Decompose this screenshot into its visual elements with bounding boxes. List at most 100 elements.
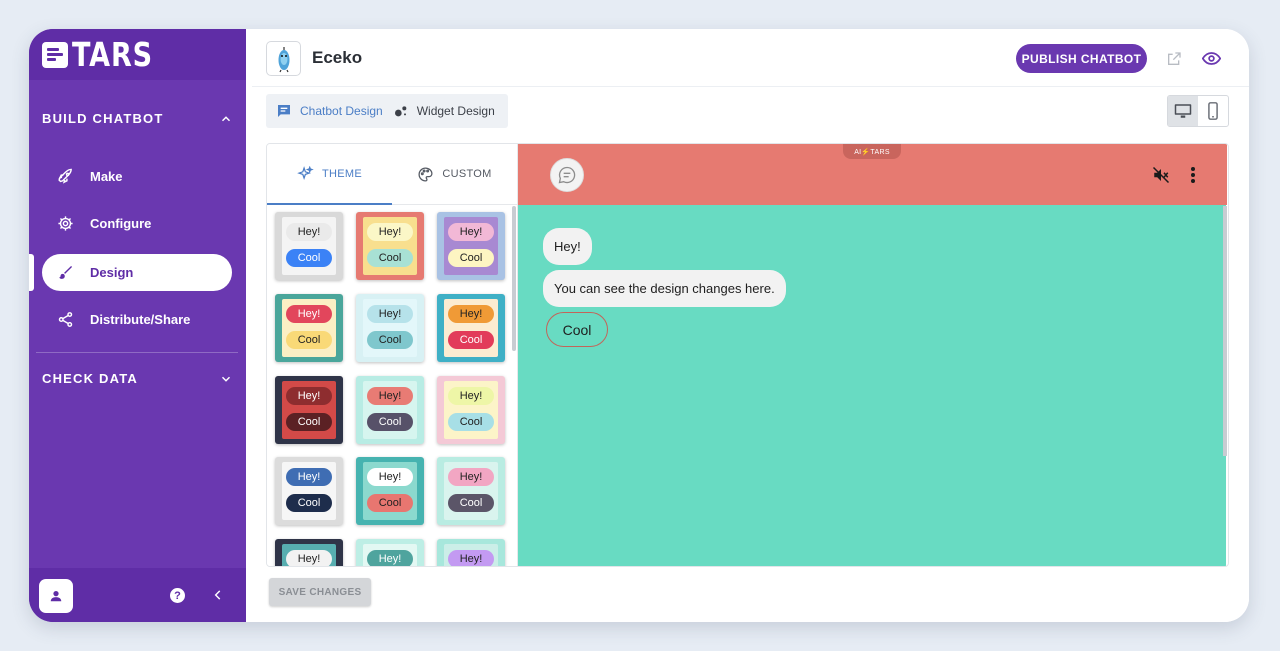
bot-avatar-icon: [278, 46, 289, 72]
quick-reply-button[interactable]: Cool: [546, 312, 608, 347]
theme-card-inner: Hey!Cool: [282, 544, 336, 566]
theme-card[interactable]: Hey! Cool: [356, 294, 424, 362]
more-vertical-icon[interactable]: [1190, 166, 1196, 184]
theme-card[interactable]: Hey! Cool: [437, 294, 505, 362]
eye-icon[interactable]: [1202, 50, 1221, 67]
theme-panel: THEME CUSTOM Hey! Cool Hey! Cool Hey! Cool Hey…: [267, 144, 517, 566]
sidebar: TARS BUILD CHATBOT Make Configure Design: [29, 29, 246, 622]
theme-hey-pill: Hey!: [286, 387, 332, 405]
user-profile-button[interactable]: [39, 579, 73, 613]
device-toggle: [1167, 95, 1229, 127]
theme-card[interactable]: Hey! Cool: [437, 376, 505, 444]
chat-bubble: You can see the design changes here.: [543, 270, 786, 307]
theme-card-inner: Hey!Cool: [444, 217, 498, 275]
theme-hey-pill: Hey!: [286, 305, 332, 323]
tab-custom[interactable]: CUSTOM: [392, 144, 517, 204]
design-tabs: Chatbot Design Widget Design: [266, 94, 508, 128]
sidebar-item-design[interactable]: Design: [42, 254, 232, 291]
top-bar: Eceko PUBLISH CHATBOT: [252, 29, 1249, 87]
theme-card[interactable]: Hey!Cool: [275, 294, 343, 362]
theme-hey-pill: Hey!: [448, 550, 494, 566]
theme-card-inner: Hey!Cool: [282, 381, 336, 439]
theme-hey-pill: Hey!: [367, 305, 413, 323]
desktop-view-button[interactable]: [1168, 96, 1198, 126]
chevron-left-icon[interactable]: [211, 588, 225, 602]
brush-icon: [55, 263, 75, 283]
tab-custom-label: CUSTOM: [442, 168, 492, 180]
chat-bubble: Hey!: [543, 228, 592, 265]
theme-hey-pill: Hey!: [286, 550, 332, 566]
theme-cool-pill: Cool: [448, 494, 494, 512]
rocket-icon: [55, 167, 75, 187]
tab-theme-label: THEME: [322, 168, 362, 180]
theme-card[interactable]: Hey!Cool: [437, 212, 505, 280]
mute-icon[interactable]: [1152, 166, 1170, 184]
theme-card-inner: Hey! Cool: [444, 299, 498, 357]
theme-card[interactable]: Hey!Cool: [356, 457, 424, 525]
active-tab-indicator: [267, 203, 392, 205]
brand-name: TARS: [72, 35, 153, 74]
user-icon: [50, 591, 62, 602]
theme-hey-pill: Hey!: [286, 468, 332, 486]
brand-logo[interactable]: TARS: [29, 29, 246, 80]
sparkle-icon: [297, 165, 314, 180]
save-changes-button[interactable]: SAVE CHANGES: [269, 578, 371, 606]
theme-hey-pill: Hey!: [367, 550, 413, 566]
theme-card[interactable]: Hey!Cool: [437, 457, 505, 525]
theme-card-inner: Hey! Cool: [363, 299, 417, 357]
chat-preview-header: AI⚡TARS: [518, 144, 1227, 205]
sidebar-item-configure[interactable]: Configure: [42, 205, 232, 242]
theme-hey-pill: Hey!: [286, 223, 332, 241]
theme-cool-pill: Cool: [448, 249, 494, 267]
theme-card[interactable]: Hey!Cool: [275, 212, 343, 280]
theme-card-inner: Hey! Cool: [444, 381, 498, 439]
theme-card[interactable]: Hey!Cool: [437, 539, 505, 566]
theme-card-inner: Hey!Cool: [363, 217, 417, 275]
theme-cool-pill: Cool: [448, 413, 494, 431]
tab-label: Widget Design: [416, 104, 495, 118]
theme-card[interactable]: Hey!Cool: [356, 376, 424, 444]
sidebar-item-make[interactable]: Make: [42, 158, 232, 195]
theme-card-inner: Hey!Cool: [282, 217, 336, 275]
main-content: Eceko PUBLISH CHATBOT Chatbot Design Wid…: [252, 29, 1249, 622]
theme-hey-pill: Hey!: [367, 223, 413, 241]
tars-badge: AI⚡TARS: [843, 144, 901, 159]
chevron-up-icon: [221, 115, 231, 121]
theme-hey-pill: Hey!: [367, 387, 413, 405]
help-icon[interactable]: ?: [170, 588, 185, 603]
desktop-icon: [1174, 104, 1192, 118]
panel-scrollbar[interactable]: [512, 206, 516, 351]
theme-cool-pill: Cool: [286, 494, 332, 512]
theme-card[interactable]: Hey! Cool: [275, 457, 343, 525]
publish-chatbot-button[interactable]: PUBLISH CHATBOT: [1016, 44, 1147, 73]
mobile-view-button[interactable]: [1198, 96, 1228, 126]
theme-card[interactable]: Hey!Cool: [275, 376, 343, 444]
check-data-section[interactable]: CHECK DATA: [42, 371, 233, 386]
theme-hey-pill: Hey!: [448, 387, 494, 405]
theme-card-inner: Hey!Cool: [444, 544, 498, 566]
external-link-icon[interactable]: [1166, 51, 1182, 67]
theme-cool-pill: Cool: [367, 494, 413, 512]
sidebar-item-label: Distribute/Share: [90, 312, 191, 327]
theme-card[interactable]: Hey!Cool: [356, 212, 424, 280]
theme-cool-pill: Cool: [367, 331, 413, 349]
panel-tabs: THEME CUSTOM: [267, 144, 517, 205]
theme-card-inner: Hey!Cool: [363, 544, 417, 566]
active-indicator: [29, 254, 34, 291]
sidebar-item-label: Design: [90, 265, 134, 280]
mobile-icon: [1208, 102, 1218, 120]
bot-avatar[interactable]: [266, 41, 301, 76]
tab-theme[interactable]: THEME: [267, 144, 392, 204]
theme-hey-pill: Hey!: [448, 305, 494, 323]
theme-cool-pill: Cool: [448, 331, 494, 349]
app-window: TARS BUILD CHATBOT Make Configure Design: [29, 29, 1249, 622]
theme-card[interactable]: Hey!Cool: [356, 539, 424, 566]
theme-card[interactable]: Hey!Cool: [275, 539, 343, 566]
build-chatbot-section[interactable]: BUILD CHATBOT: [42, 111, 233, 126]
check-data-label: CHECK DATA: [42, 371, 139, 386]
sidebar-item-distribute[interactable]: Distribute/Share: [42, 301, 232, 338]
tab-widget-design[interactable]: Widget Design: [383, 94, 495, 128]
sidebar-item-label: Configure: [90, 216, 152, 231]
preview-scrollbar[interactable]: [1223, 206, 1227, 456]
tab-chatbot-design[interactable]: Chatbot Design: [266, 94, 383, 128]
